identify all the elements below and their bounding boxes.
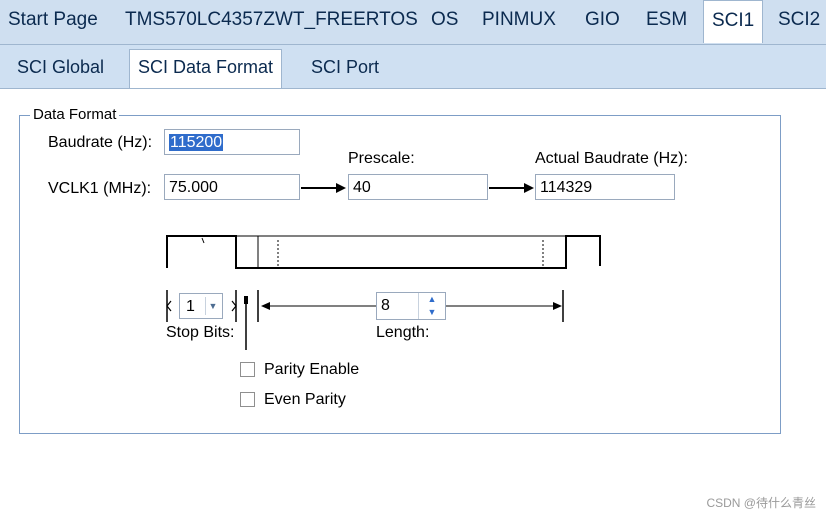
even-parity-checkbox[interactable] [240,392,255,407]
parity-enable-checkbox[interactable] [240,362,255,377]
stop-bits-value: 1 [186,298,195,315]
frame-diagram [166,183,601,350]
parity-enable-label: Parity Enable [264,361,360,378]
spinner-buttons: ▲ ▼ [418,293,445,319]
watermark: CSDN @待什么青丝 [706,496,816,510]
stop-bits-select[interactable]: 1 ▼ [179,293,223,319]
length-value: 8 [381,297,390,314]
length-spinner[interactable]: 8 ▲ ▼ [376,292,446,320]
stop-bits-label: Stop Bits: [166,324,235,341]
chevron-down-icon[interactable]: ▼ [205,297,220,315]
spin-down-icon[interactable]: ▼ [419,306,445,319]
even-parity-label: Even Parity [264,391,346,408]
length-label: Length: [376,324,430,341]
spin-up-icon[interactable]: ▲ [419,293,445,306]
